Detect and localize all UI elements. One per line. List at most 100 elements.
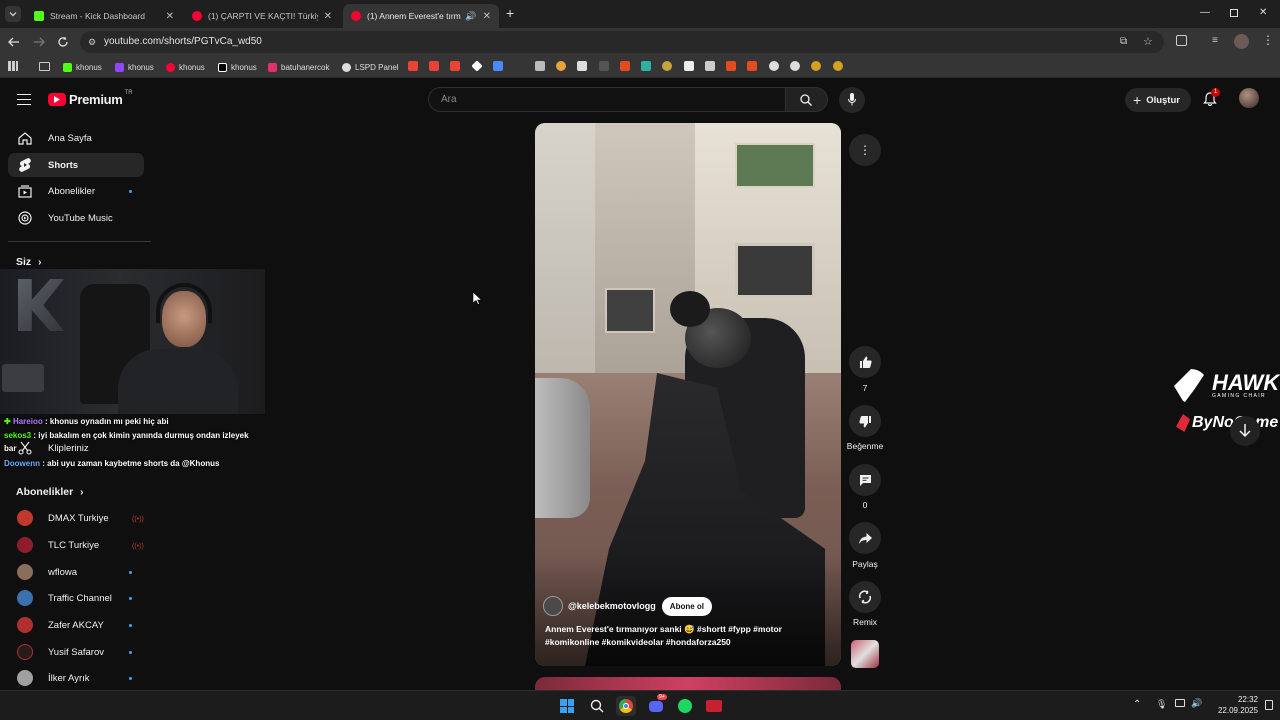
restore-button[interactable] <box>1230 9 1238 17</box>
tab-search-button[interactable] <box>5 6 21 22</box>
new-tab-button[interactable]: + <box>506 5 514 21</box>
bookmark-icon[interactable] <box>662 61 672 71</box>
chevron-up-icon[interactable]: ⌃ <box>1133 699 1141 710</box>
like-button[interactable] <box>849 346 881 378</box>
volume-icon[interactable]: 🔊 <box>1191 698 1202 709</box>
bookmark-icon[interactable] <box>833 61 843 71</box>
clock[interactable]: 22:32 22.09.2025 <box>1206 694 1258 716</box>
remix-button[interactable] <box>849 581 881 613</box>
next-short-preview[interactable] <box>535 677 841 690</box>
bookmark-icon[interactable] <box>641 61 651 71</box>
sidebar-sub-zafer-akcay[interactable]: Zafer AKCAY <box>8 613 144 637</box>
sidebar-item-home[interactable]: Ana Sayfa <box>8 126 144 150</box>
notifications-button[interactable]: 1 <box>1203 88 1221 111</box>
spotify-icon[interactable] <box>675 696 695 716</box>
sidebar-sub-wflowa[interactable]: wflowa <box>8 560 144 584</box>
sidebar-sub-yusif-safarov[interactable]: Yusif Safarov <box>8 640 144 664</box>
gmail-icon[interactable] <box>429 61 439 71</box>
speaker-icon[interactable]: 🔊 <box>465 11 476 22</box>
reload-icon[interactable] <box>57 36 69 48</box>
short-video-player[interactable]: @kelebekmotovlogg Abone ol Annem Everest… <box>535 123 841 666</box>
forward-icon[interactable] <box>33 37 45 47</box>
tab-annem-everest[interactable]: (1) Annem Everest'e tırmanı 🔊 ✕ <box>343 4 499 28</box>
bookmark-icon[interactable] <box>577 61 587 71</box>
bookmark-khonus-youtube[interactable]: khonus <box>166 60 205 74</box>
bookmark-icon[interactable] <box>769 61 779 71</box>
chrome-icon[interactable] <box>616 696 636 716</box>
windows-start-icon[interactable] <box>557 696 577 716</box>
sidebar-sub-traffic-channel[interactable]: Traffic Channel <box>8 586 144 610</box>
url-bar[interactable]: ⚙ youtube.com/shorts/PGTvCa_wd50 ⧉ ☆ <box>80 31 1164 53</box>
bookmark-icon[interactable] <box>726 61 736 71</box>
media-control-icon[interactable]: ≡ <box>1212 35 1218 46</box>
bookmark-icon[interactable] <box>535 61 545 71</box>
comments-button[interactable] <box>849 464 881 496</box>
news-app-icon[interactable] <box>704 696 724 716</box>
bookmark-lspd-panel[interactable]: LSPD Panel <box>342 60 399 74</box>
tab-kick-dashboard[interactable]: Stream - Kick Dashboard ✕ <box>26 4 182 28</box>
install-icon[interactable]: ⧉ <box>1120 31 1127 53</box>
minimize-button[interactable]: — <box>1200 7 1210 18</box>
extensions-icon[interactable] <box>1176 35 1187 46</box>
close-icon[interactable]: ✕ <box>166 11 174 22</box>
discord-icon[interactable]: 9+ <box>646 694 667 716</box>
close-icon[interactable]: ✕ <box>483 11 491 22</box>
profile-avatar[interactable] <box>1234 34 1249 49</box>
bookmark-khonus-kick[interactable]: khonus <box>63 60 102 74</box>
apps-grid-icon[interactable] <box>8 61 18 71</box>
bookmark-star-icon[interactable]: ☆ <box>1143 31 1153 53</box>
taskbar-search-icon[interactable] <box>587 696 607 716</box>
back-icon[interactable] <box>8 37 20 47</box>
share-button[interactable] <box>849 522 881 554</box>
sidebar-sub-ilker-ayrik[interactable]: İlker Ayrık <box>8 666 144 690</box>
sidebar-item-shorts[interactable]: Shorts <box>8 153 144 177</box>
youtube-logo[interactable]: Premium TR <box>48 90 133 107</box>
gmail-icon[interactable] <box>450 61 460 71</box>
subscriptions-section-heading[interactable]: Abonelikler › <box>16 486 83 498</box>
gmail-icon[interactable] <box>408 61 418 71</box>
create-button[interactable]: + Oluştur <box>1125 88 1191 112</box>
bookmark-icon[interactable] <box>556 61 566 71</box>
bookmark-khonus-x[interactable]: khonus <box>218 60 257 74</box>
close-window-button[interactable]: ✕ <box>1259 7 1267 18</box>
bookmark-icon[interactable] <box>599 61 609 71</box>
bookmark-icon[interactable] <box>790 61 800 71</box>
hawk-subtitle: GAMING CHAIR <box>1212 393 1267 399</box>
bookmark-khonus-twitch[interactable]: khonus <box>115 60 154 74</box>
more-options-button[interactable]: ⋮ <box>849 134 881 166</box>
sidebar-sub-dmax-turkiye[interactable]: DMAX Turkiye ((•)) <box>8 506 144 530</box>
x-icon <box>218 62 227 72</box>
microphone-tray-icon[interactable]: 🎙 <box>1156 699 1167 710</box>
browser-menu-icon[interactable]: ⋮ <box>1262 33 1274 47</box>
account-avatar[interactable] <box>1239 88 1259 108</box>
bookmark-icon[interactable] <box>493 61 503 71</box>
sidebar-item-subscriptions[interactable]: Abonelikler <box>8 179 144 203</box>
short-channel-name[interactable]: @kelebekmotovlogg <box>568 601 656 611</box>
search-button[interactable] <box>786 87 828 112</box>
channel-avatar[interactable] <box>543 596 563 616</box>
bookmark-icon[interactable] <box>620 61 630 71</box>
sidebar-item-youtube-music[interactable]: YouTube Music <box>8 206 144 230</box>
site-info-icon[interactable]: ⚙ <box>88 31 96 53</box>
bookmark-icon[interactable] <box>811 61 821 71</box>
scroll-down-button[interactable] <box>1230 416 1260 446</box>
network-icon[interactable] <box>1175 699 1185 707</box>
tab-carpti-ve-kacti[interactable]: (1) ÇARPTI VE KAÇTI! Türkiye'de ✕ <box>184 4 340 28</box>
sidebar-item-clips[interactable]: Klipleriniz <box>8 436 144 460</box>
notification-center-icon[interactable] <box>1265 700 1273 710</box>
folder-icon[interactable] <box>39 62 50 71</box>
sound-thumbnail[interactable] <box>851 640 879 668</box>
voice-search-button[interactable] <box>839 87 865 113</box>
hamburger-menu-icon[interactable] <box>17 94 31 105</box>
bookmark-batuhanercok[interactable]: batuhanercok <box>268 60 329 74</box>
close-icon[interactable]: ✕ <box>324 11 332 22</box>
search-input[interactable]: Ara <box>428 87 786 112</box>
dislike-button[interactable] <box>849 405 881 437</box>
bookmark-icon[interactable] <box>705 61 715 71</box>
subscriptions-icon <box>17 183 33 199</box>
you-section-heading[interactable]: Siz › <box>16 256 41 268</box>
subscribe-button[interactable]: Abone ol <box>661 596 713 616</box>
bookmark-icon[interactable] <box>684 61 694 71</box>
sidebar-sub-tlc-turkiye[interactable]: TLC Turkiye ((•)) <box>8 533 144 557</box>
bookmark-icon[interactable] <box>747 61 757 71</box>
